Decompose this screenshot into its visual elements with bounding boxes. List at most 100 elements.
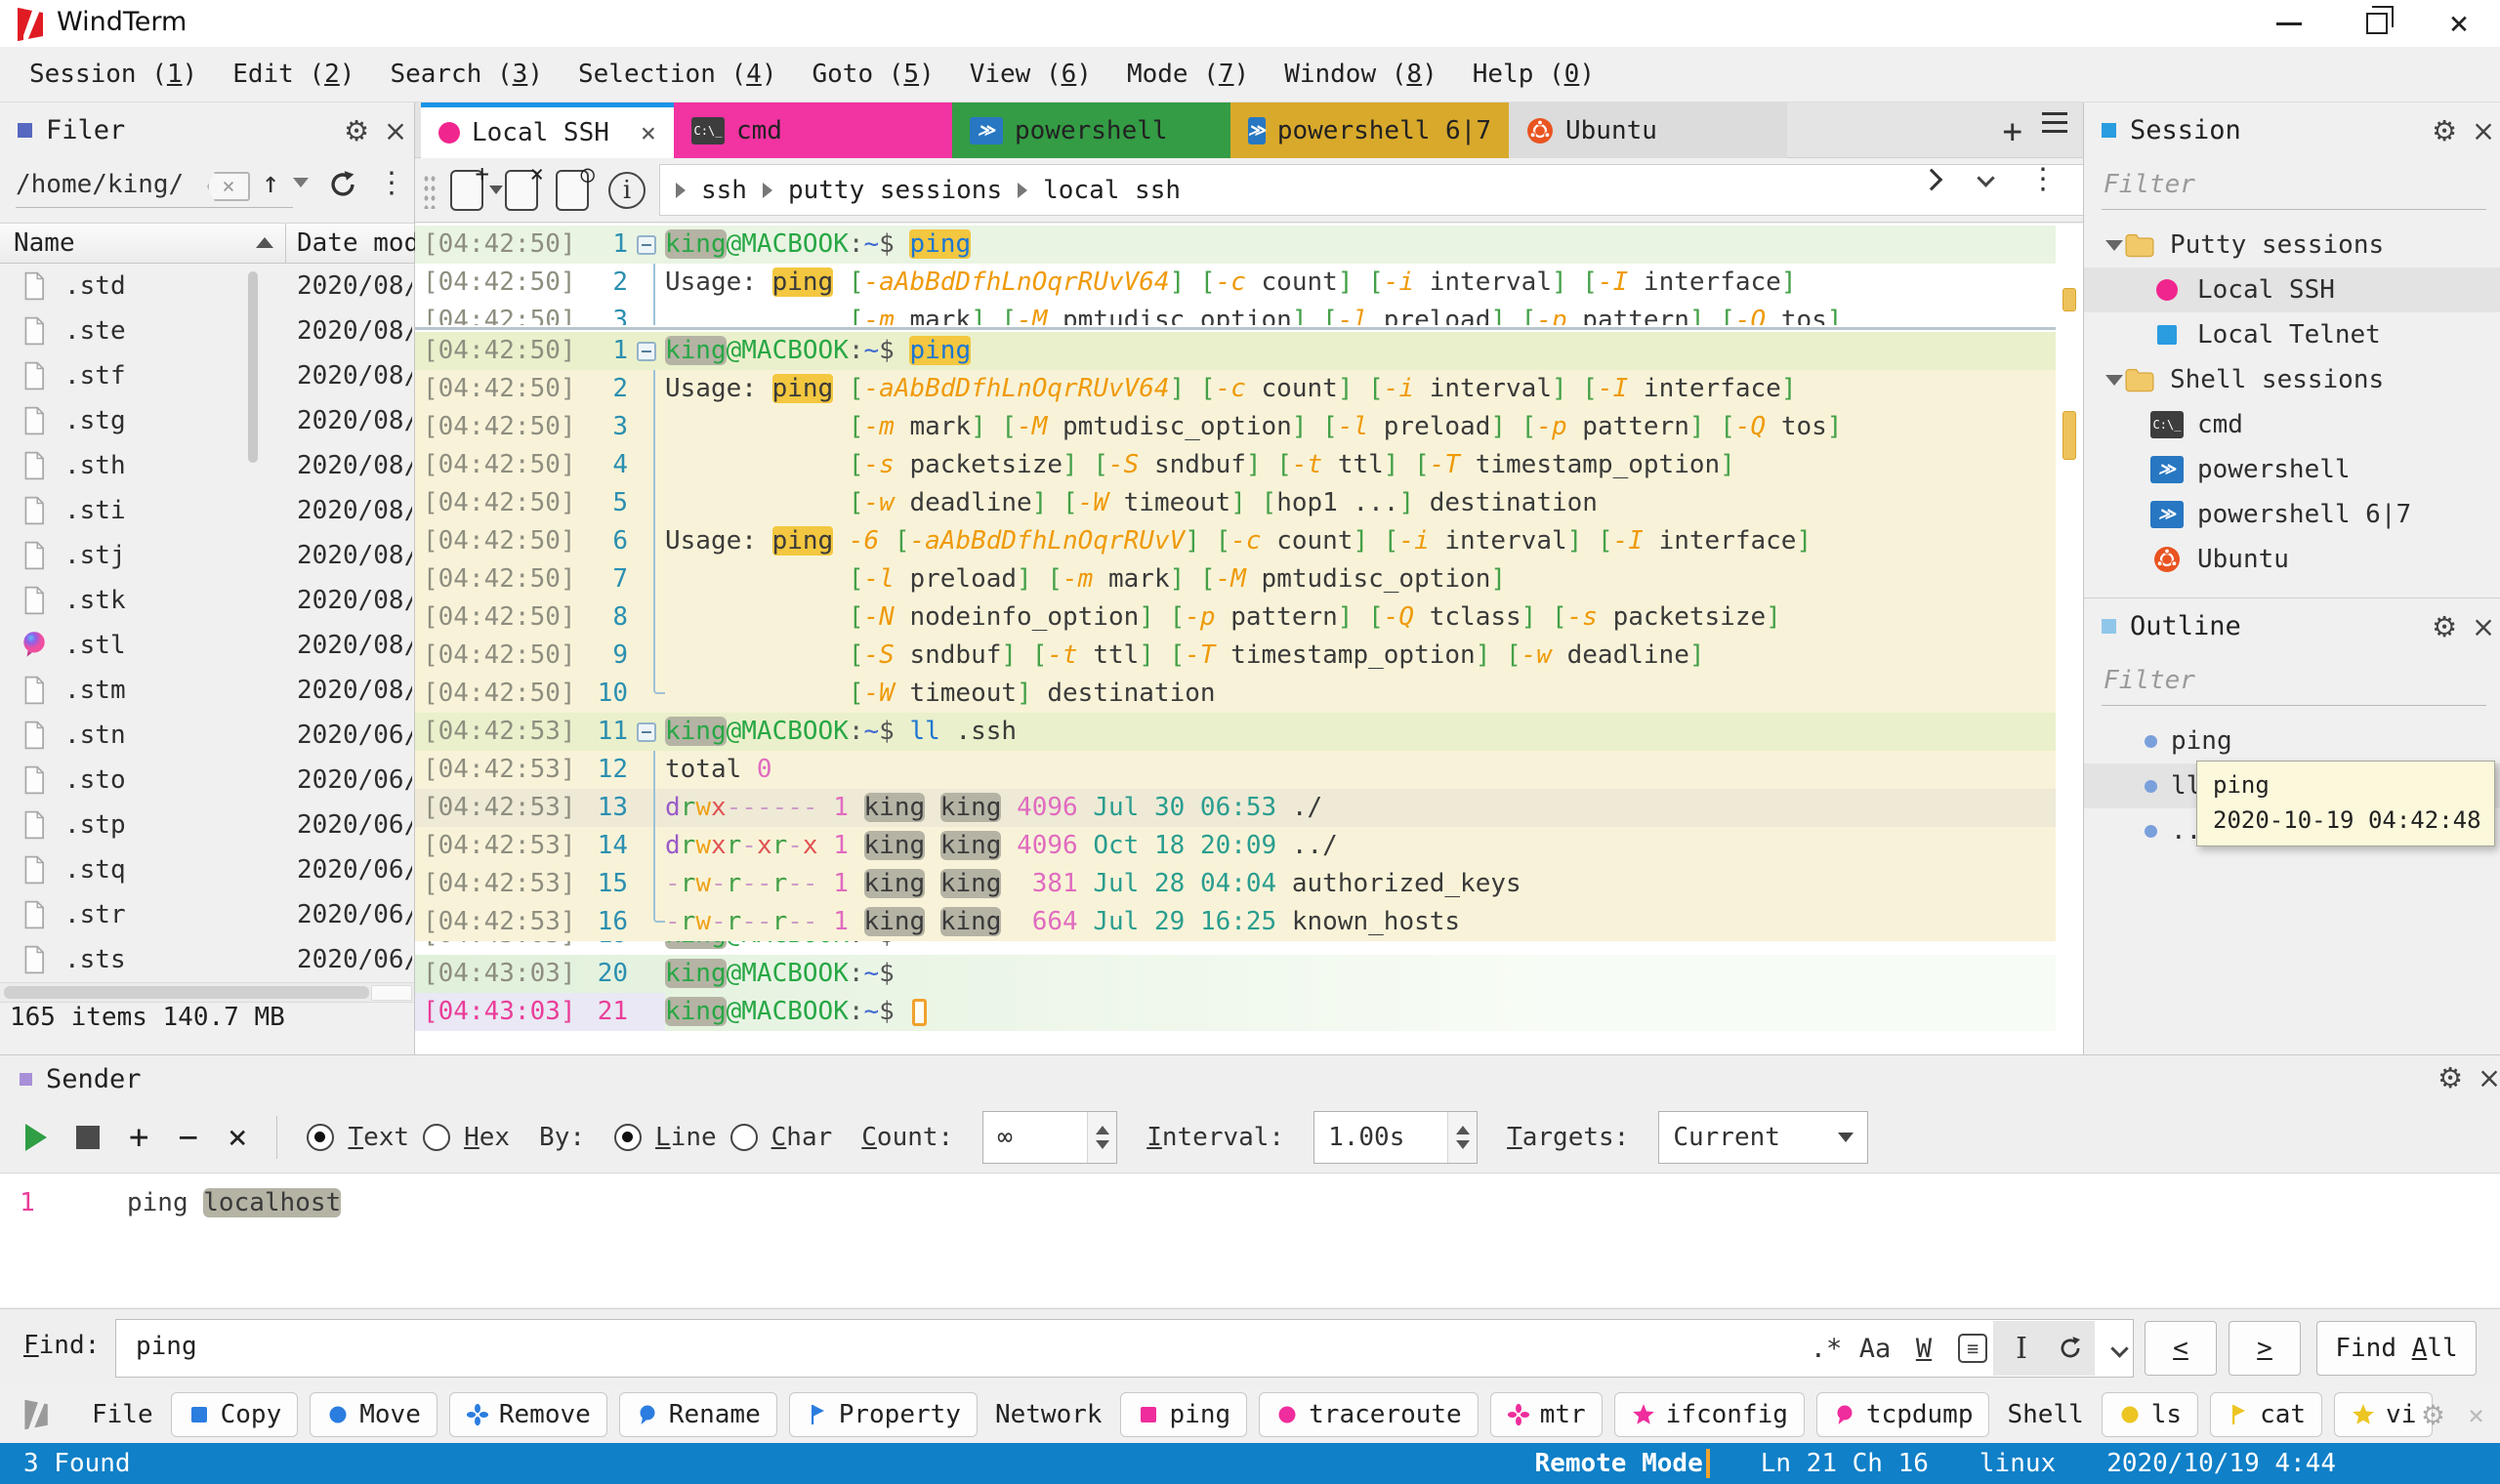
session-tree-item-powershell[interactable]: ≫ powershell (2084, 447, 2500, 492)
expand-arrow-icon[interactable] (2105, 239, 2123, 251)
sender-line[interactable]: 1 ping localhost (0, 1181, 2500, 1224)
file-row[interactable]: .ste 2020/08/ (0, 309, 414, 353)
command-button-rename[interactable]: Rename (618, 1392, 777, 1437)
breadcrumb-item[interactable]: putty sessions (788, 176, 1002, 205)
file-row[interactable]: .sts 2020/06/ (0, 937, 414, 982)
find-input[interactable]: ping .* Aa W ≡ I (115, 1319, 2134, 1378)
find-next-button[interactable]: > (2229, 1321, 2301, 1376)
file-row[interactable]: .stp 2020/06/ (0, 803, 414, 847)
menu-selection[interactable]: Selection (4) (564, 54, 791, 95)
command-button-traceroute[interactable]: traceroute (1259, 1392, 1479, 1437)
menu-search[interactable]: Search (3) (376, 54, 557, 95)
file-row[interactable]: .stf 2020/08/ (0, 353, 414, 398)
toolbar-drag-handle[interactable] (423, 174, 437, 209)
session-tree-item-ubuntu[interactable]: Ubuntu (2084, 537, 2500, 582)
menu-view[interactable]: View (6) (956, 54, 1105, 95)
pane-splitter[interactable] (415, 327, 2056, 330)
clock[interactable]: 2020/10/19 4:44 (2106, 1449, 2336, 1478)
match-case-icon[interactable]: Aa (1851, 1320, 1899, 1377)
clear-path-icon[interactable]: × (207, 172, 250, 201)
clear-button[interactable]: × (228, 1121, 247, 1154)
minimize-button[interactable] (2254, 0, 2324, 47)
cursor-position[interactable]: Ln 21 Ch 16 (1761, 1449, 1929, 1478)
column-date-modified[interactable]: Date mod (297, 228, 419, 258)
session-tree-item-putty-sessions[interactable]: Putty sessions (2084, 223, 2500, 268)
file-row[interactable]: .stn 2020/06/ (0, 713, 414, 758)
add-tab-button[interactable]: + (2003, 112, 2022, 151)
menu-goto[interactable]: Goto (5) (798, 54, 947, 95)
mode-radio-text[interactable] (307, 1124, 335, 1151)
outline-filter-input[interactable]: Filter (2084, 654, 2500, 719)
file-row[interactable]: .str 2020/06/ (0, 892, 414, 937)
search-match-marker[interactable] (2062, 411, 2076, 460)
restore-button[interactable] (2342, 0, 2412, 47)
mode-indicator[interactable]: Remote Mode (1535, 1449, 1710, 1478)
sender-settings-icon[interactable]: ⚙ (2434, 1061, 2467, 1094)
history-icon[interactable] (2095, 1320, 2144, 1377)
session-settings-icon[interactable]: ⚙ (2428, 114, 2461, 147)
menu-help[interactable]: Help (0) (1459, 54, 1608, 95)
close-button[interactable]: × (2424, 0, 2494, 47)
send-stop-button[interactable] (76, 1126, 100, 1149)
file-row[interactable]: .stg 2020/08/ (0, 398, 414, 443)
session-tree-item-local-telnet[interactable]: Local Telnet (2084, 312, 2500, 357)
add-line-button[interactable]: + (129, 1121, 148, 1154)
duplicate-tab-icon[interactable] (556, 160, 595, 211)
whole-word-icon[interactable]: W (1899, 1320, 1948, 1377)
file-row[interactable]: .stj 2020/08/ (0, 533, 414, 578)
tab-list-menu-icon[interactable] (2042, 112, 2067, 133)
search-match-marker[interactable] (2062, 288, 2076, 311)
up-directory-icon[interactable]: ↑ (262, 166, 279, 200)
command-button-mtr[interactable]: mtr (1489, 1392, 1603, 1437)
filer-more-icon[interactable]: ⋮ (377, 166, 406, 200)
interval-stepper[interactable]: 1.00s (1313, 1111, 1479, 1164)
command-button-property[interactable]: Property (788, 1392, 978, 1437)
outline-settings-icon[interactable]: ⚙ (2428, 610, 2461, 643)
find-previous-button[interactable]: < (2145, 1321, 2217, 1376)
file-row[interactable]: .stm 2020/08/ (0, 668, 414, 713)
menu-session[interactable]: Session (1) (16, 54, 211, 95)
close-tab-icon[interactable]: × (641, 118, 656, 148)
close-tab-icon[interactable] (505, 160, 544, 211)
file-row[interactable]: .std 2020/08/ (0, 264, 414, 309)
by-radio-char[interactable] (729, 1124, 758, 1151)
info-icon[interactable]: i (608, 172, 646, 209)
command-button-ping[interactable]: ping (1119, 1392, 1248, 1437)
column-name[interactable]: Name (14, 228, 75, 258)
regex-icon[interactable]: .* (1802, 1320, 1851, 1377)
tab-ubuntu[interactable]: Ubuntu (1509, 103, 1787, 158)
command-button-copy[interactable]: Copy (170, 1392, 299, 1437)
command-button-remove[interactable]: Remove (448, 1392, 607, 1437)
terminal-view[interactable]: [04:42:50] 1 king@MACBOOK:~$ ping [04:42:50… (415, 224, 2083, 1054)
filer-settings-icon[interactable]: ⚙ (340, 114, 373, 147)
file-row[interactable]: .stq 2020/06/ (0, 847, 414, 892)
find-all-button[interactable]: Find All (2316, 1321, 2477, 1376)
outline-item-ping[interactable]: ping (2084, 719, 2500, 763)
by-radio-line[interactable] (614, 1124, 643, 1151)
new-tab-dropdown-icon[interactable] (489, 186, 503, 194)
toolbar-settings-icon[interactable]: ⚙ (2421, 1399, 2445, 1431)
breadcrumb-item[interactable]: ssh (701, 176, 747, 205)
filer-close-icon[interactable]: × (379, 114, 412, 147)
filer-horizontal-scrollbar[interactable] (0, 982, 414, 1002)
tab-powershell[interactable]: ≫ powershell (952, 103, 1230, 158)
menu-window[interactable]: Window (8) (1271, 54, 1451, 95)
filer-vertical-scrollbar[interactable] (248, 271, 258, 463)
os-indicator[interactable]: linux (1979, 1449, 2056, 1478)
count-stepper[interactable]: ∞ (982, 1111, 1118, 1164)
new-tab-icon[interactable] (450, 160, 489, 211)
session-close-icon[interactable]: × (2467, 114, 2500, 147)
session-tree-item-powershell-6-7[interactable]: ≫ powershell 6|7 (2084, 492, 2500, 537)
terminal-more-icon[interactable]: ⋮ (2028, 162, 2058, 196)
command-button-move[interactable]: Move (310, 1392, 438, 1437)
in-selection-icon[interactable]: ≡ (1948, 1320, 1997, 1377)
menu-edit[interactable]: Edit (2) (219, 54, 368, 95)
file-row[interactable]: .sto 2020/06/ (0, 758, 414, 803)
tab-powershell-6-7[interactable]: ≫ powershell 6|7 (1230, 103, 1509, 158)
filer-path-input[interactable]: /home/king/ (16, 170, 293, 208)
fold-collapse-icon[interactable] (637, 341, 656, 361)
command-button-vi[interactable]: vi (2334, 1392, 2434, 1437)
sender-editor[interactable]: 1 ping localhost (0, 1173, 2500, 1307)
command-button-ifconfig[interactable]: ifconfig (1613, 1392, 1805, 1437)
terminal-pane-top[interactable]: [04:42:50] 1 king@MACBOOK:~$ ping [04:42:50… (415, 224, 2056, 325)
